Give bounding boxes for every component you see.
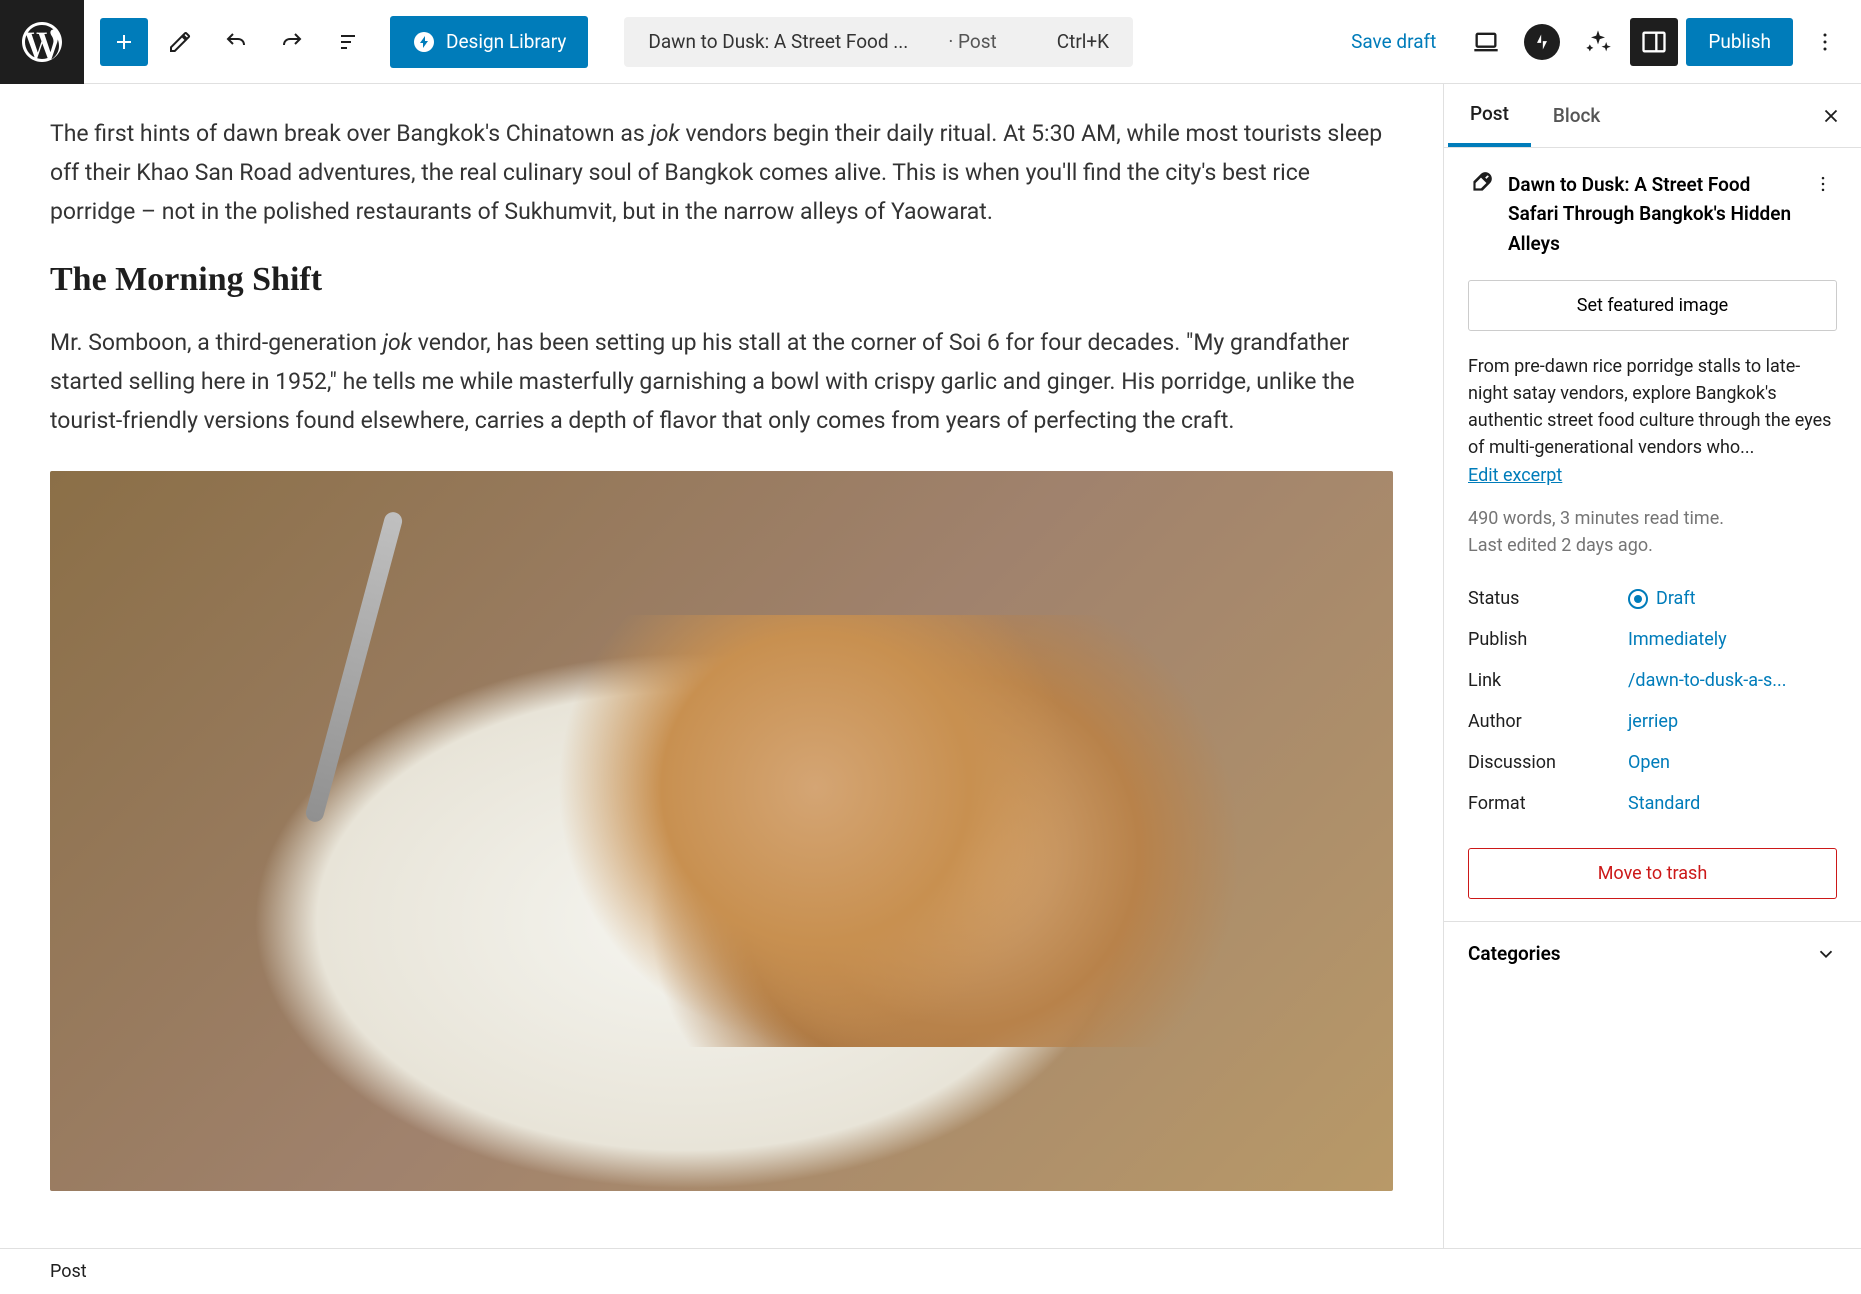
tab-block[interactable]: Block (1531, 84, 1622, 147)
options-button[interactable] (1801, 18, 1849, 66)
summary-author-row: Author jerriep (1468, 701, 1837, 742)
post-title[interactable]: Dawn to Dusk: A Street Food Safari Throu… (1508, 170, 1795, 258)
close-sidebar-button[interactable] (1815, 100, 1847, 132)
status-value-button[interactable]: Draft (1628, 588, 1696, 609)
image-block[interactable] (50, 471, 1393, 1191)
editor-area: The first hints of dawn break over Bangk… (0, 84, 1861, 1248)
summary-status-row: Status Draft (1468, 578, 1837, 619)
status-label: Status (1468, 588, 1628, 609)
publish-button[interactable]: Publish (1686, 18, 1793, 66)
summary-publish-row: Publish Immediately (1468, 619, 1837, 660)
sidebar-icon (1640, 28, 1668, 56)
toolbar-left: Design Library Dawn to Dusk: A Street Fo… (84, 16, 1133, 68)
redo-button[interactable] (268, 18, 316, 66)
format-label: Format (1468, 793, 1628, 814)
discussion-value-button[interactable]: Open (1628, 752, 1670, 773)
word-count-text: 490 words, 3 minutes read time. (1468, 508, 1837, 529)
author-label: Author (1468, 711, 1628, 732)
tab-post[interactable]: Post (1448, 84, 1531, 147)
summary-discussion-row: Discussion Open (1468, 742, 1837, 783)
block-inserter-button[interactable] (100, 18, 148, 66)
feather-icon (1468, 170, 1494, 196)
categories-label: Categories (1468, 942, 1561, 965)
toolbar-right: Save draft Publish (1333, 18, 1849, 66)
settings-sidebar-toggle[interactable] (1630, 18, 1678, 66)
move-to-trash-button[interactable]: Move to trash (1468, 848, 1837, 899)
breadcrumb-item[interactable]: Post (50, 1261, 87, 1282)
post-summary: Status Draft Publish Immediately Link /d… (1468, 578, 1837, 824)
editor-content[interactable]: The first hints of dawn break over Bangk… (0, 84, 1443, 1248)
list-icon (336, 30, 360, 54)
link-label: Link (1468, 670, 1628, 691)
ellipsis-icon (1813, 174, 1833, 194)
wordpress-icon (18, 18, 66, 66)
edit-excerpt-link[interactable]: Edit excerpt (1468, 465, 1562, 486)
sparkle-icon (1584, 28, 1612, 56)
summary-format-row: Format Standard (1468, 783, 1837, 824)
paragraph-block[interactable]: The first hints of dawn break over Bangk… (50, 114, 1393, 231)
paragraph-block[interactable]: Mr. Somboon, a third-generation jok vend… (50, 323, 1393, 440)
settings-sidebar: Post Block Dawn to Dusk: A Street Food S… (1443, 84, 1861, 1248)
draft-status-icon (1628, 589, 1648, 609)
link-value-button[interactable]: /dawn-to-dusk-a-s... (1628, 670, 1787, 691)
wordpress-logo[interactable] (0, 0, 84, 84)
save-draft-button[interactable]: Save draft (1333, 20, 1454, 63)
ellipsis-icon (1813, 30, 1837, 54)
close-icon (1820, 105, 1842, 127)
discussion-label: Discussion (1468, 752, 1628, 773)
undo-button[interactable] (212, 18, 260, 66)
post-title-row: Dawn to Dusk: A Street Food Safari Throu… (1468, 170, 1837, 258)
command-title: Dawn to Dusk: A Street Food ... (648, 30, 908, 53)
post-panel: Dawn to Dusk: A Street Food Safari Throu… (1444, 148, 1861, 921)
chevron-down-icon (1815, 943, 1837, 965)
summary-link-row: Link /dawn-to-dusk-a-s... (1468, 660, 1837, 701)
pencil-icon (168, 30, 192, 54)
command-shortcut: Ctrl+K (1057, 30, 1109, 53)
jetpack-button[interactable] (1518, 18, 1566, 66)
view-button[interactable] (1462, 18, 1510, 66)
publish-label: Publish (1468, 629, 1628, 650)
design-library-button[interactable]: Design Library (390, 16, 588, 68)
post-actions-button[interactable] (1809, 170, 1837, 202)
categories-panel-toggle[interactable]: Categories (1444, 921, 1861, 985)
block-breadcrumb: Post (0, 1248, 1861, 1294)
format-value-button[interactable]: Standard (1628, 793, 1700, 814)
heading-block[interactable]: The Morning Shift (50, 261, 1393, 299)
ai-button[interactable] (1574, 18, 1622, 66)
plus-icon (112, 30, 136, 54)
undo-icon (224, 30, 248, 54)
image-content (304, 510, 404, 824)
last-edited-text: Last edited 2 days ago. (1468, 535, 1837, 556)
document-overview-button[interactable] (324, 18, 372, 66)
featured-image-button[interactable]: Set featured image (1468, 280, 1837, 331)
author-value-button[interactable]: jerriep (1628, 711, 1678, 732)
sidebar-tabs: Post Block (1444, 84, 1861, 148)
design-library-label: Design Library (446, 30, 566, 53)
command-type: · Post (948, 30, 996, 53)
jetpack-icon (1524, 24, 1560, 60)
laptop-icon (1472, 28, 1500, 56)
redo-icon (280, 30, 304, 54)
command-palette-button[interactable]: Dawn to Dusk: A Street Food ... · Post C… (624, 17, 1133, 67)
edit-tools-button[interactable] (156, 18, 204, 66)
editor-toolbar: Design Library Dawn to Dusk: A Street Fo… (0, 0, 1861, 84)
excerpt-preview: From pre-dawn rice porridge stalls to la… (1468, 353, 1837, 461)
publish-value-button[interactable]: Immediately (1628, 629, 1727, 650)
bolt-circle-icon (412, 30, 436, 54)
